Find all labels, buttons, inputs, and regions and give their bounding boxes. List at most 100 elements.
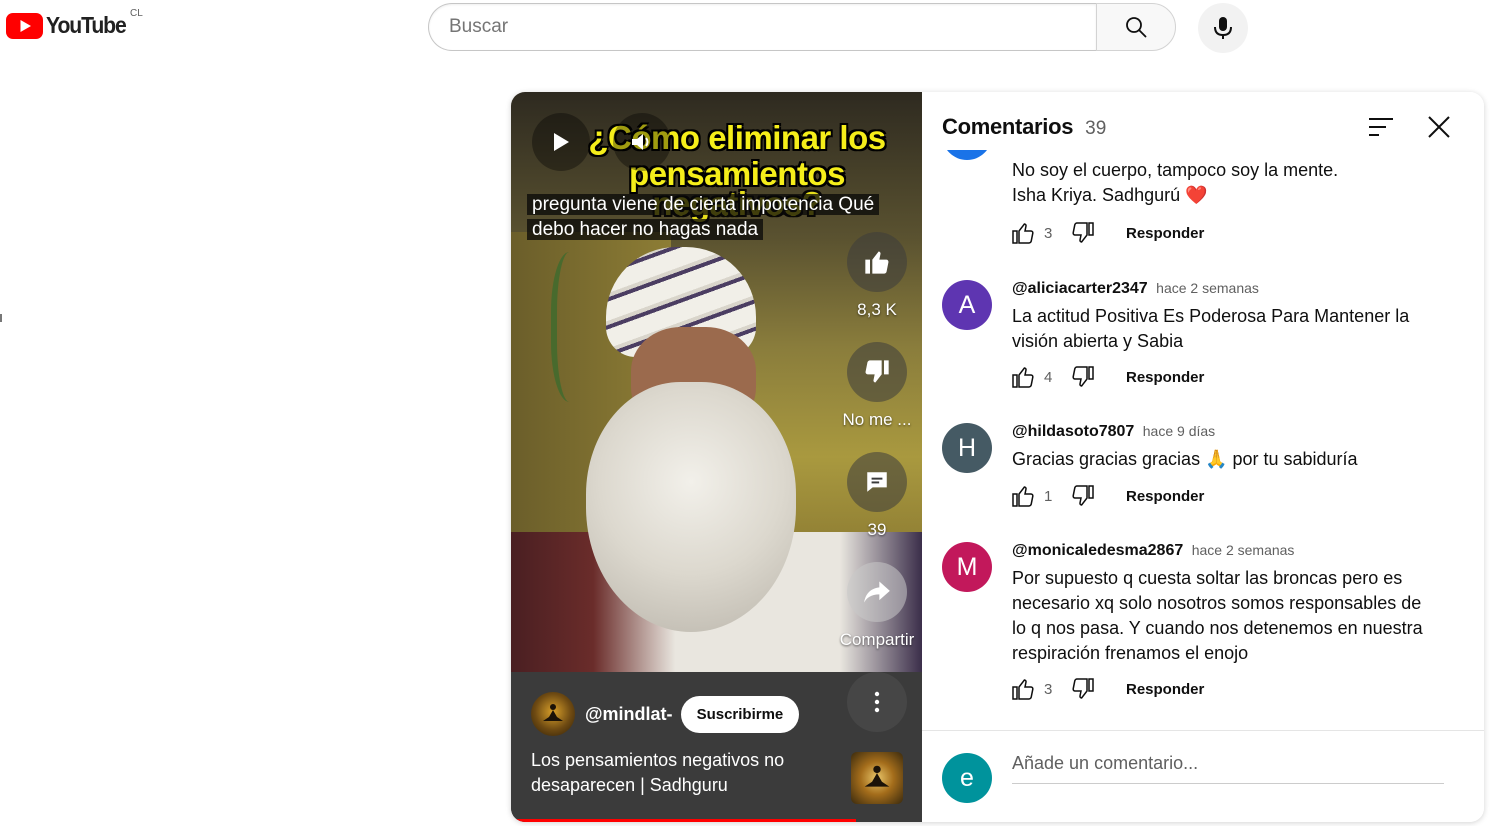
comments-list[interactable]: K No soy el cuerpo, tampoco soy la mente… <box>922 150 1484 730</box>
comment-time[interactable]: hace 9 días <box>1143 423 1215 439</box>
volume-icon <box>632 134 649 150</box>
comment-reply-button[interactable]: Responder <box>1126 369 1204 386</box>
comment-reply-button[interactable]: Responder <box>1126 681 1204 698</box>
video-figure-beard <box>586 382 796 632</box>
like-outline-icon <box>1012 223 1034 244</box>
dislike-outline-icon <box>1072 222 1094 243</box>
shorts-card: ¿Cómo eliminar los pensamientos negativo… <box>511 92 1484 822</box>
mute-button[interactable] <box>613 113 671 171</box>
video-title[interactable]: Los pensamientos negativos no desaparece… <box>531 748 811 798</box>
comment-like-count: 1 <box>1044 487 1053 505</box>
search-bar: Buscar <box>428 3 1176 51</box>
more-icon <box>874 691 880 713</box>
comment-item: H @hildasoto7807 hace 9 días Gracias gra… <box>942 423 1462 533</box>
caption-line-1: pregunta viene de cierta impotencia Qué <box>527 194 880 215</box>
comment-actions: 4 Responder <box>1010 364 1204 390</box>
dislike-outline-icon <box>1072 485 1094 506</box>
like-outline-icon <box>1012 679 1034 700</box>
more-options-button[interactable] <box>847 672 907 732</box>
comment-reply-button[interactable]: Responder <box>1126 225 1204 242</box>
like-outline-icon <box>1012 367 1034 388</box>
comment-like-count: 3 <box>1044 224 1053 242</box>
mic-icon <box>1214 17 1232 39</box>
comment-like-button[interactable] <box>1010 676 1036 702</box>
search-icon <box>1126 17 1147 38</box>
search-input[interactable]: Buscar <box>428 3 1096 51</box>
video-caption: pregunta viene de cierta impotencia Qué … <box>527 192 907 242</box>
comment-author[interactable]: @monicaledesma2867 <box>1012 542 1183 559</box>
channel-row: @mindlat- Suscribirme <box>531 692 800 736</box>
youtube-logo-icon <box>6 12 43 39</box>
comment-reply-button[interactable]: Responder <box>1126 488 1204 505</box>
close-icon[interactable] <box>1424 112 1454 142</box>
comment-like-button[interactable] <box>1010 220 1036 246</box>
subscribe-button[interactable]: Suscribirme <box>680 695 800 733</box>
comment-text: Gracias gracias gracias 🙏 por tu sabidur… <box>1012 449 1358 469</box>
comment-actions: 3 Responder <box>1010 220 1204 246</box>
share-icon <box>864 581 890 603</box>
share-button[interactable] <box>847 562 907 622</box>
like-count: 8,3 K <box>857 300 897 319</box>
comment-dislike-button[interactable] <box>1070 676 1096 702</box>
comment-author[interactable]: @aliciacarter2347 <box>1012 280 1148 297</box>
comment-actions: 3 Responder <box>1010 676 1204 702</box>
dislike-label: No me ... <box>842 410 912 429</box>
video-progress-bar[interactable] <box>511 819 857 822</box>
video-decoration <box>551 252 597 402</box>
comment-like-count: 4 <box>1044 368 1053 386</box>
caption-line-2: debo hacer no hagas nada <box>527 219 764 240</box>
comments-header: Comentarios 39 <box>942 114 1106 140</box>
comment-item: K No soy el cuerpo, tampoco soy la mente… <box>942 150 1462 244</box>
comment-author[interactable]: @hildasoto7807 <box>1012 423 1134 440</box>
comments-count: 39 <box>1085 118 1107 139</box>
dislike-button[interactable] <box>847 342 907 402</box>
comment-icon <box>867 472 887 492</box>
play-icon <box>554 133 569 151</box>
comment-avatar[interactable]: H <box>942 423 992 473</box>
comment-text: La actitud Positiva Es Poderosa Para Man… <box>1012 306 1410 351</box>
meditation-icon <box>864 765 890 787</box>
sort-icon[interactable] <box>1366 114 1396 140</box>
comment-avatar[interactable]: M <box>942 542 992 592</box>
comment-like-button[interactable] <box>1010 483 1036 509</box>
channel-avatar[interactable] <box>531 692 575 736</box>
comments-panel: Comentarios 39 K No soy el cuerpo, tampo… <box>922 92 1484 822</box>
comment-text: Por supuesto q cuesta soltar las broncas… <box>1012 568 1423 663</box>
play-button[interactable] <box>532 113 590 171</box>
comment-actions: 1 Responder <box>1010 483 1204 509</box>
sound-thumbnail[interactable] <box>851 752 903 804</box>
youtube-logo[interactable]: YouTube CL <box>6 8 143 39</box>
logo-text: YouTube <box>46 12 127 38</box>
dislike-icon <box>865 360 889 383</box>
comment-time[interactable]: hace 2 semanas <box>1156 280 1259 296</box>
edge-marker <box>0 314 2 322</box>
share-label: Compartir <box>839 630 915 649</box>
comment-like-button[interactable] <box>1010 364 1036 390</box>
comment-dislike-button[interactable] <box>1070 220 1096 246</box>
comment-like-count: 3 <box>1044 680 1053 698</box>
comment-text: No soy el cuerpo, tampoco soy la mente. … <box>1012 160 1339 205</box>
comment-dislike-button[interactable] <box>1070 483 1096 509</box>
dislike-outline-icon <box>1072 678 1094 699</box>
comments-button[interactable] <box>847 452 907 512</box>
comment-dislike-button[interactable] <box>1070 364 1096 390</box>
comment-meta: @aliciacarter2347 hace 2 semanas <box>1012 280 1259 298</box>
comment-count: 39 <box>867 520 887 539</box>
current-user-avatar[interactable]: e <box>942 753 992 803</box>
add-comment-bar: e Añade un comentario... <box>922 730 1484 822</box>
comment-time[interactable]: hace 2 semanas <box>1192 542 1295 558</box>
comment-avatar[interactable]: A <box>942 280 992 330</box>
like-outline-icon <box>1012 486 1034 507</box>
add-comment-input[interactable]: Añade un comentario... <box>1012 753 1444 784</box>
country-code: CL <box>130 8 143 19</box>
comment-avatar[interactable]: K <box>942 150 992 160</box>
comment-item: M @monicaledesma2867 hace 2 semanas Por … <box>942 542 1462 722</box>
comment-meta: @monicaledesma2867 hace 2 semanas <box>1012 542 1294 560</box>
channel-name[interactable]: @mindlat- <box>585 704 673 725</box>
like-button[interactable] <box>847 232 907 292</box>
video-player[interactable]: ¿Cómo eliminar los pensamientos negativo… <box>511 92 922 822</box>
comments-title: Comentarios <box>942 114 1074 139</box>
like-icon <box>865 251 889 274</box>
search-button[interactable] <box>1096 3 1176 51</box>
voice-search-button[interactable] <box>1198 3 1248 53</box>
